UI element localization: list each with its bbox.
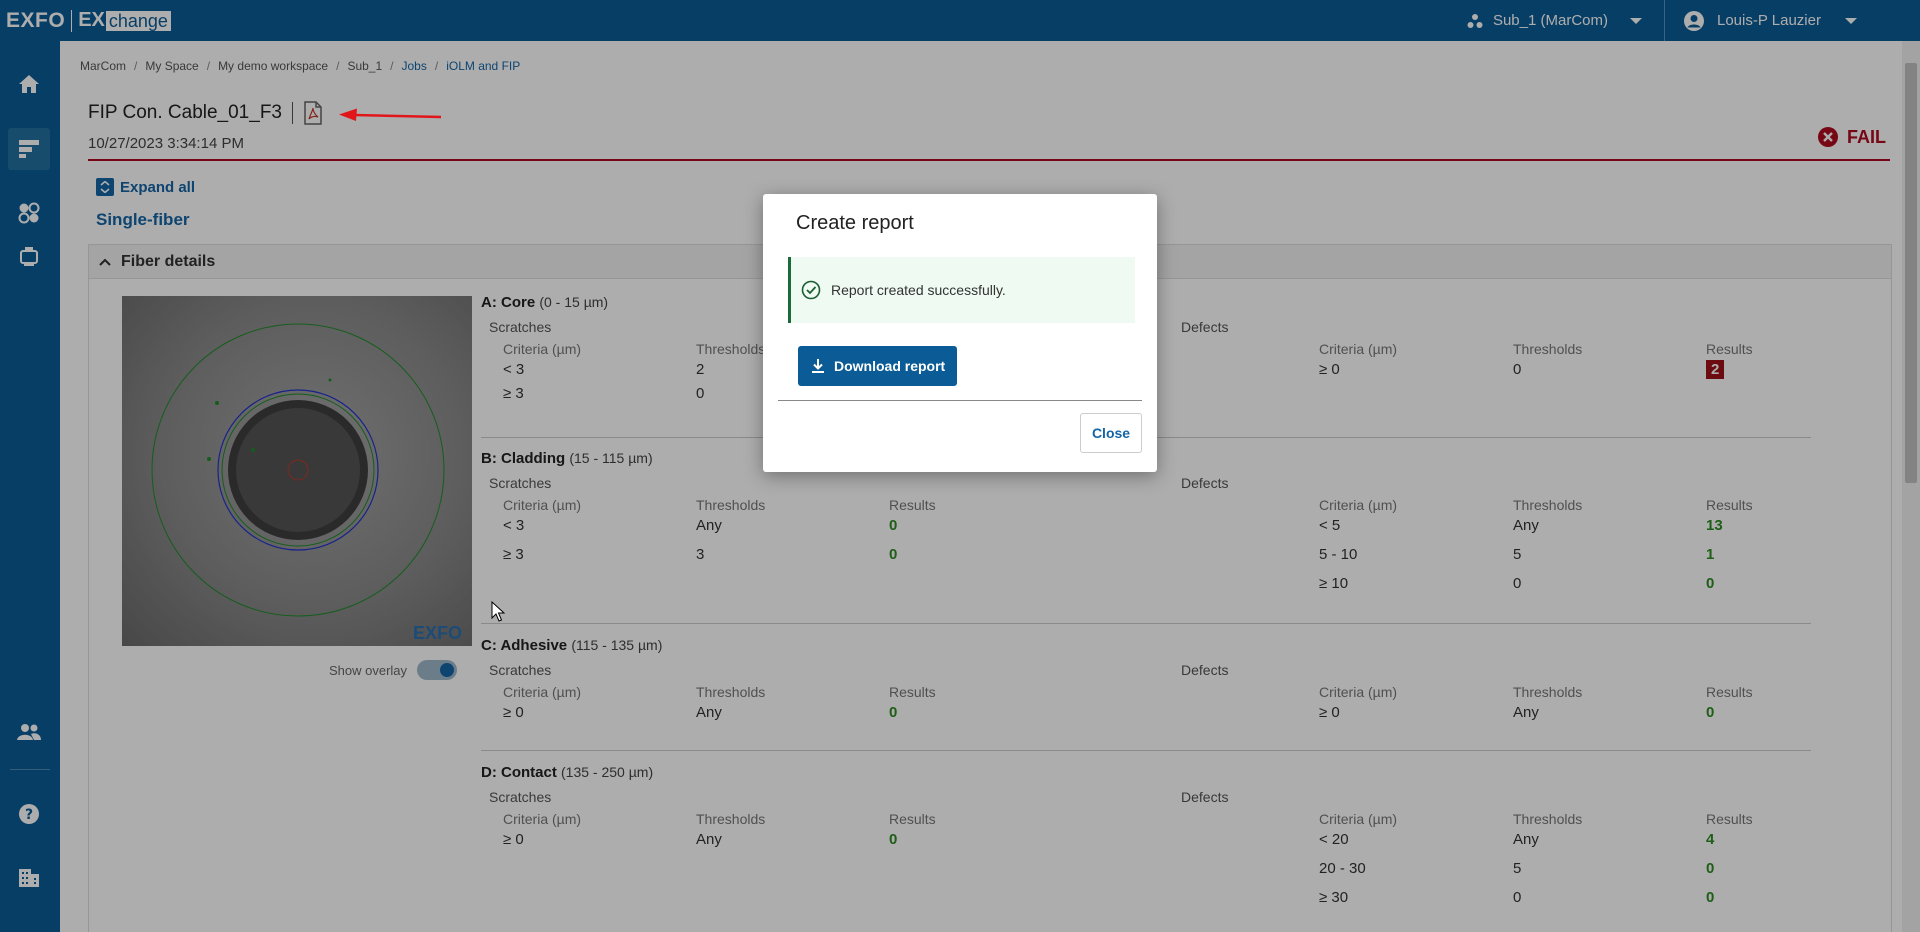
success-text: Report created successfully. bbox=[831, 282, 1006, 298]
download-icon bbox=[812, 359, 824, 373]
download-report-button[interactable]: Download report bbox=[798, 346, 958, 386]
dialog-title: Create report bbox=[796, 212, 914, 234]
mouse-cursor-icon bbox=[491, 601, 505, 622]
annotation-arrow bbox=[339, 108, 442, 121]
dialog-divider bbox=[778, 400, 1142, 401]
check-circle-icon bbox=[801, 280, 821, 300]
download-report-label: Download report bbox=[834, 358, 946, 374]
close-button[interactable]: Close bbox=[1080, 413, 1142, 453]
success-message: Report created successfully. bbox=[788, 257, 1135, 323]
create-report-dialog: Create report Report created successfull… bbox=[763, 194, 1157, 472]
